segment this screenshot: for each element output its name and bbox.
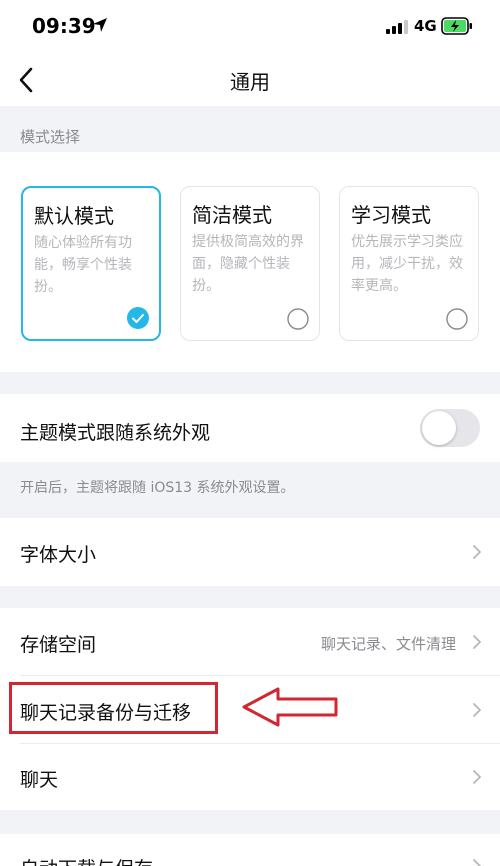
network-type: 4G (414, 17, 437, 35)
left-arrow-annotation-icon (242, 687, 338, 727)
row-label: 主题模式跟随系统外观 (20, 422, 211, 444)
mode-card-title: 学习模式 (351, 203, 431, 227)
highlight-annotation-box (9, 682, 218, 734)
mode-panel: 默认模式 随心体验所有功能，畅享个性装扮。 简洁模式 提供极简高效的界面，隐藏个… (0, 152, 500, 372)
chevron-right-icon (473, 859, 481, 866)
row-label: 存储空间 (20, 634, 97, 656)
mode-card-desc: 提供极简高效的界面，隐藏个性装扮。 (192, 234, 304, 294)
mode-card-default[interactable]: 默认模式 随心体验所有功能，畅享个性装扮。 (21, 186, 161, 341)
toggle-knob (422, 411, 456, 445)
row-chat[interactable]: 聊天 (0, 744, 500, 810)
nav-bar: 通用 (0, 54, 500, 106)
empty-circle-icon (446, 308, 468, 330)
section-header-mode: 模式选择 (20, 128, 81, 146)
mode-card-title: 默认模式 (34, 204, 114, 228)
row-storage[interactable]: 存储空间 聊天记录、文件清理 (0, 608, 500, 676)
chevron-right-icon (473, 545, 481, 559)
mode-card-title: 简洁模式 (192, 203, 272, 227)
page-title: 通用 (230, 70, 270, 94)
row-label: 字体大小 (20, 544, 97, 566)
row-value: 聊天记录、文件清理 (320, 635, 456, 653)
status-bar: 09:39 4G (0, 0, 500, 54)
theme-follow-toggle[interactable] (420, 409, 480, 447)
checkmark-circle-icon (127, 307, 149, 329)
mode-card-study[interactable]: 学习模式 优先展示学习类应用，减少干扰，效率更高。 (339, 186, 479, 341)
mode-card-simple[interactable]: 简洁模式 提供极简高效的界面，隐藏个性装扮。 (180, 186, 320, 341)
mode-card-desc: 随心体验所有功能，畅享个性装扮。 (34, 235, 132, 295)
status-time: 09:39 (32, 14, 96, 38)
theme-hint: 开启后，主题将跟随 iOS13 系统外观设置。 (20, 480, 295, 496)
battery-charging-icon (441, 17, 472, 35)
chevron-right-icon (473, 635, 481, 649)
row-label: 自动下载与保存 (20, 854, 153, 866)
mode-card-desc: 优先展示学习类应用，减少干扰，效率更高。 (351, 234, 463, 294)
empty-circle-icon (287, 308, 309, 330)
signal-icon (386, 20, 408, 34)
row-label: 聊天 (20, 769, 59, 791)
location-arrow-icon (93, 18, 107, 32)
row-auto-download[interactable]: 自动下载与保存 (0, 834, 500, 866)
row-theme-follow: 主题模式跟随系统外观 (0, 394, 500, 462)
chevron-right-icon (473, 703, 481, 717)
row-font-size[interactable]: 字体大小 (0, 518, 500, 586)
chevron-right-icon (473, 770, 481, 784)
